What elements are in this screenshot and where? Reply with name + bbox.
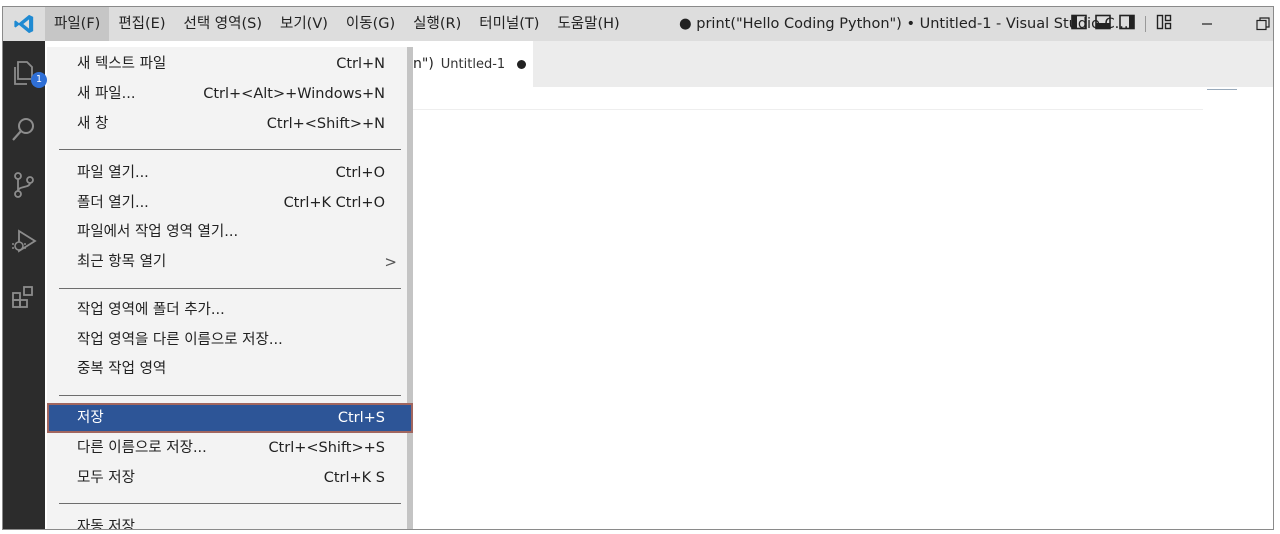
menu-item-label: 모두 저장 bbox=[77, 470, 135, 486]
editor-tab-strip: n") Untitled-1 bbox=[413, 41, 1273, 87]
menu-scroll-edge bbox=[407, 47, 413, 529]
menu-item-label: 저장 bbox=[77, 410, 104, 426]
minimize-icon[interactable] bbox=[1187, 7, 1227, 41]
menu-view[interactable]: 보기(V) bbox=[271, 7, 337, 41]
menu-item-label: 새 파일... bbox=[77, 86, 136, 102]
menu-item-open-recent[interactable]: 최근 항목 열기 > bbox=[47, 248, 407, 276]
tab-untitled-1[interactable]: n") Untitled-1 bbox=[413, 41, 533, 87]
title-bar: 파일(F) 편집(E) 선택 영역(S) 보기(V) 이동(G) 실행(R) 터… bbox=[3, 7, 1273, 41]
menu-separator bbox=[59, 149, 401, 150]
menu-item-open-workspace-from-file[interactable]: 파일에서 작업 영역 열기... bbox=[47, 218, 407, 246]
menu-item-open-file[interactable]: 파일 열기... Ctrl+O bbox=[47, 159, 407, 187]
menu-item-duplicate-workspace[interactable]: 중복 작업 영역 bbox=[47, 355, 407, 383]
menu-item-shortcut: Ctrl+S bbox=[337, 410, 385, 426]
menu-edit[interactable]: 편집(E) bbox=[109, 7, 174, 41]
menu-item-open-folder[interactable]: 폴더 열기... Ctrl+K Ctrl+O bbox=[47, 189, 407, 217]
window-title: ● print("Hello Coding Python") • Untitle… bbox=[679, 16, 1129, 32]
menu-item-add-folder-to-workspace[interactable]: 작업 영역에 폴더 추가... bbox=[47, 296, 407, 324]
menu-item-label: 파일 열기... bbox=[77, 165, 149, 181]
menu-item-save[interactable]: 저장 Ctrl+S bbox=[47, 403, 413, 433]
menu-item-label: 다른 이름으로 저장... bbox=[77, 440, 207, 456]
menu-item-label: 중복 작업 영역 bbox=[77, 361, 167, 377]
menu-file[interactable]: 파일(F) bbox=[45, 7, 110, 41]
menu-go[interactable]: 이동(G) bbox=[337, 7, 404, 41]
tab-filename: Untitled-1 bbox=[440, 56, 506, 72]
toggle-secondary-sidebar-icon[interactable] bbox=[1119, 14, 1135, 34]
restore-icon[interactable] bbox=[1243, 7, 1273, 41]
menu-bar: 파일(F) 편집(E) 선택 영역(S) 보기(V) 이동(G) 실행(R) 터… bbox=[45, 7, 629, 41]
menu-item-label: 최근 항목 열기 bbox=[77, 254, 167, 270]
layout-controls bbox=[1071, 7, 1172, 41]
menu-item-shortcut: Ctrl+N bbox=[336, 56, 385, 72]
source-control-icon[interactable] bbox=[3, 165, 45, 205]
divider bbox=[1145, 16, 1146, 32]
menu-selection[interactable]: 선택 영역(S) bbox=[175, 7, 272, 41]
menu-item-label: 파일에서 작업 영역 열기... bbox=[77, 224, 239, 240]
menu-item-shortcut: Ctrl+O bbox=[335, 165, 385, 181]
explorer-badge: 1 bbox=[31, 72, 47, 88]
customize-layout-icon[interactable] bbox=[1156, 14, 1172, 34]
activity-bar: 1 bbox=[3, 41, 47, 529]
menu-item-label: 폴더 열기... bbox=[77, 195, 149, 211]
menu-item-shortcut: Ctrl+<Shift>+S bbox=[268, 440, 385, 456]
menu-item-label: 작업 영역을 다른 이름으로 저장... bbox=[77, 332, 283, 348]
file-menu-dropdown: 새 텍스트 파일 Ctrl+N 새 파일... Ctrl+<Alt>+Windo… bbox=[47, 47, 413, 530]
tab-title-fragment: n") bbox=[413, 56, 434, 72]
menu-item-save-all[interactable]: 모두 저장 Ctrl+K S bbox=[47, 464, 407, 492]
menu-item-shortcut: Ctrl+K S bbox=[323, 470, 385, 486]
menu-item-save-workspace-as[interactable]: 작업 영역을 다른 이름으로 저장... bbox=[47, 326, 407, 354]
toggle-primary-sidebar-icon[interactable] bbox=[1071, 14, 1087, 34]
vscode-logo-icon[interactable] bbox=[3, 7, 45, 41]
menu-item-label: 자동 저장 bbox=[77, 519, 135, 530]
menu-item-new-text-file[interactable]: 새 텍스트 파일 Ctrl+N bbox=[47, 50, 407, 78]
search-icon[interactable] bbox=[3, 109, 45, 149]
menu-item-new-window[interactable]: 새 창 Ctrl+<Shift>+N bbox=[47, 110, 407, 138]
menu-item-shortcut: Ctrl+K Ctrl+O bbox=[283, 195, 385, 211]
menu-item-auto-save[interactable]: 자동 저장 bbox=[47, 513, 407, 530]
extensions-icon[interactable] bbox=[3, 277, 45, 317]
menu-item-new-file[interactable]: 새 파일... Ctrl+<Alt>+Windows+N bbox=[47, 80, 407, 108]
menu-item-label: 새 텍스트 파일 bbox=[77, 56, 167, 72]
toggle-panel-icon[interactable] bbox=[1095, 14, 1111, 34]
menu-terminal[interactable]: 터미널(T) bbox=[470, 7, 548, 41]
menu-item-shortcut: Ctrl+<Shift>+N bbox=[266, 116, 385, 132]
menu-item-shortcut: Ctrl+<Alt>+Windows+N bbox=[203, 86, 385, 102]
menu-help[interactable]: 도움말(H) bbox=[548, 7, 628, 41]
unsaved-dot-icon[interactable] bbox=[517, 59, 527, 69]
chevron-right-icon: > bbox=[384, 253, 397, 271]
menu-separator bbox=[59, 395, 401, 396]
editor-area[interactable] bbox=[413, 87, 1273, 529]
menu-item-save-as[interactable]: 다른 이름으로 저장... Ctrl+<Shift>+S bbox=[47, 434, 407, 462]
current-line-highlight bbox=[413, 109, 1203, 110]
window-frame: 파일(F) 편집(E) 선택 영역(S) 보기(V) 이동(G) 실행(R) 터… bbox=[2, 6, 1274, 530]
run-debug-icon[interactable] bbox=[3, 221, 45, 261]
minimap[interactable] bbox=[1207, 89, 1237, 90]
menu-item-label: 새 창 bbox=[77, 116, 109, 132]
menu-item-label: 작업 영역에 폴더 추가... bbox=[77, 302, 225, 318]
menu-run[interactable]: 실행(R) bbox=[404, 7, 470, 41]
menu-separator bbox=[59, 503, 401, 504]
menu-separator bbox=[59, 288, 401, 289]
